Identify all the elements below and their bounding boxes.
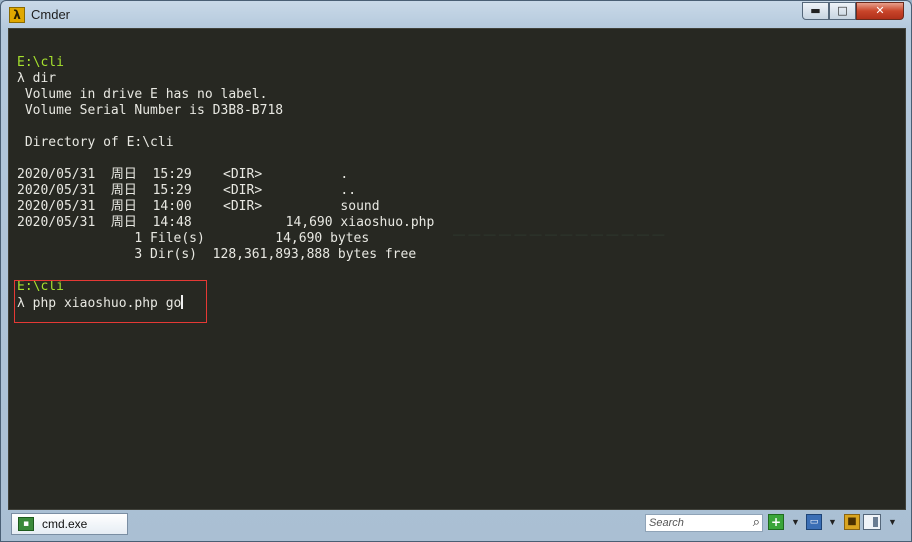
- maximize-button[interactable]: □: [829, 2, 856, 20]
- output-line: Volume Serial Number is D3B8-B718: [17, 103, 434, 119]
- background-ghost-text: — — — — — — — — — — — — — —: [453, 227, 665, 241]
- search-input[interactable]: [646, 515, 745, 531]
- highlight-annotation-box: [14, 280, 207, 323]
- tab-cmd-exe[interactable]: ▪ cmd.exe: [11, 513, 128, 535]
- tab-label: cmd.exe: [42, 517, 88, 531]
- terminal-output: E:\cli λ dir Volume in drive E has no lab…: [17, 55, 434, 311]
- lock-icon[interactable]: ■: [844, 514, 860, 530]
- output-line: 2020/05/31 周日 15:29 <DIR> ..: [17, 183, 434, 199]
- close-button[interactable]: ✕: [856, 2, 904, 20]
- prompt-path-text: E:\cli: [17, 55, 64, 70]
- status-bar: ▪ cmd.exe ⌕ + ▼ ▭ ▼ ■ ▼: [8, 511, 906, 537]
- output-text: 2020/05/31 周日 14:48 14,690 xiaoshuo.php: [17, 215, 435, 230]
- console-tab-icon: ▪: [18, 517, 34, 531]
- output-line: 2020/05/31 周日 15:29 <DIR> .: [17, 167, 434, 183]
- title-bar[interactable]: λ Cmder ▬ □ ✕: [1, 1, 911, 28]
- output-text: 2020/05/31 周日 14:00 <DIR> sound: [17, 199, 380, 214]
- menu-dropdown-icon[interactable]: ▼: [888, 517, 897, 527]
- output-text: Directory of E:\cli: [17, 135, 174, 150]
- command-line: λ dir: [17, 71, 434, 87]
- output-line: 3 Dir(s) 128,361,893,888 bytes free: [17, 247, 434, 263]
- split-view-icon[interactable]: [863, 514, 881, 530]
- window-title: Cmder: [31, 7, 71, 22]
- output-text: 2020/05/31 周日 15:29 <DIR> .: [17, 167, 349, 182]
- output-text: 1 File(s) 14,690 bytes: [17, 231, 370, 246]
- minimize-button[interactable]: ▬: [802, 2, 829, 20]
- prompt-path: E:\cli: [17, 55, 434, 71]
- lambda-app-icon: λ: [9, 7, 25, 23]
- cmder-window: λ Cmder ▬ □ ✕ — — — — — — — — — — — — — …: [0, 0, 912, 542]
- output-text: 2020/05/31 周日 15:29 <DIR> ..: [17, 183, 357, 198]
- add-console-icon[interactable]: +: [768, 514, 784, 530]
- search-icon[interactable]: ⌕: [753, 515, 760, 531]
- output-text: 3 Dir(s) 128,361,893,888 bytes free: [17, 247, 417, 262]
- command-text: dir: [24, 71, 57, 86]
- output-line: 2020/05/31 周日 14:00 <DIR> sound: [17, 199, 434, 215]
- output-line: Directory of E:\cli: [17, 135, 434, 151]
- output-line: 2020/05/31 周日 14:48 14,690 xiaoshuo.php: [17, 215, 434, 231]
- search-box[interactable]: ⌕: [645, 514, 763, 532]
- console-dropdown-icon[interactable]: ▼: [828, 517, 837, 527]
- output-text: Volume in drive E has no label.: [17, 87, 268, 102]
- output-text: Volume Serial Number is D3B8-B718: [17, 103, 284, 118]
- add-dropdown-icon[interactable]: ▼: [791, 517, 800, 527]
- lambda-prompt-icon: λ: [17, 71, 25, 86]
- output-line: Volume in drive E has no label.: [17, 87, 434, 103]
- terminal-console[interactable]: — — — — — — — — — — — — — — E:\cli λ dir …: [8, 28, 906, 510]
- console-list-icon[interactable]: ▭: [806, 514, 822, 530]
- output-line: 1 File(s) 14,690 bytes: [17, 231, 434, 247]
